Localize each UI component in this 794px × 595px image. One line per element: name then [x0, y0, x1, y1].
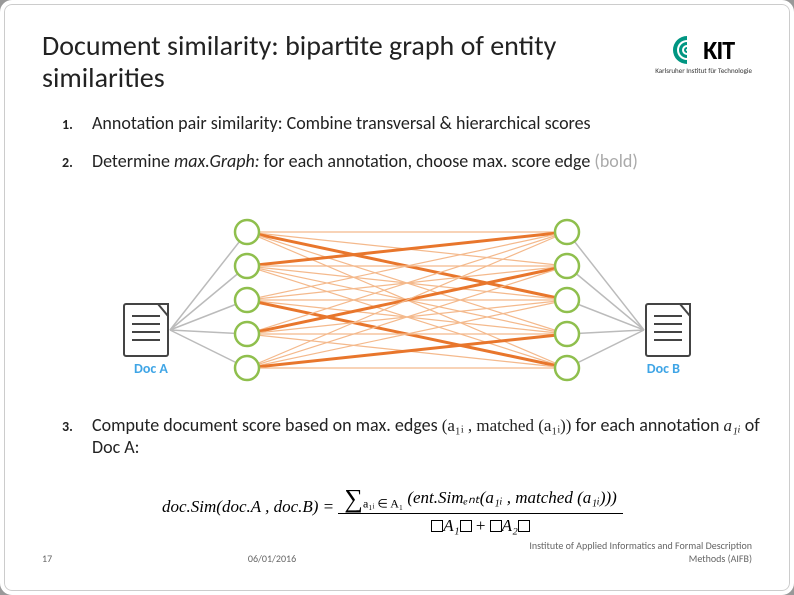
- sum-body: (ent.Simₑₙₜ(a₁ᵢ , matched (a₁ᵢ))): [407, 488, 617, 507]
- footer-date: 06/01/2016: [248, 552, 296, 565]
- doc-b-label: Doc B: [647, 360, 680, 377]
- kit-fan-icon: [673, 36, 701, 64]
- bullet-3-a: Compute document score based on max. edg…: [92, 414, 442, 436]
- bullet-3: 3. Compute document score based on max. …: [62, 414, 772, 458]
- bullet-2-b: for each annotation, choose max. score e…: [260, 150, 595, 172]
- slide-title: Document similarity: bipartite graph of …: [42, 30, 602, 94]
- doc-a-icon: [124, 304, 168, 356]
- kit-logo-text: KIT: [703, 34, 734, 66]
- slide-inner: Document similarity: bipartite graph of …: [12, 12, 782, 583]
- sum-sub: a₁ᵢ ∈ A₁: [363, 496, 403, 510]
- doc-b-icon: [646, 304, 690, 356]
- bullet-3-wrapper: 3. Compute document score based on max. …: [62, 414, 772, 458]
- bullet-2-em: max.Graph:: [174, 150, 260, 172]
- footer: 17 06/01/2016 Institute of Applied Infor…: [42, 539, 752, 565]
- formula-lhs: doc.Sim(doc.A , doc.B) =: [162, 497, 334, 516]
- formula-numerator: ∑a₁ᵢ ∈ A₁ (ent.Simₑₙₜ(a₁ᵢ , matched (a₁ᵢ…: [338, 480, 622, 514]
- bullet-2-muted: (bold): [594, 150, 637, 172]
- den-plus: +: [472, 516, 490, 535]
- bipartite-graph: Doc A Doc B: [72, 212, 742, 402]
- box-icon: [431, 520, 443, 532]
- bullet-2-a: Determine: [92, 150, 174, 172]
- box-icon: [460, 520, 472, 532]
- kit-logo-row: KIT: [673, 34, 734, 66]
- formula-pair-inline: (a₁ᵢ , matched (a₁ᵢ)): [442, 416, 572, 435]
- page-number: 17: [42, 552, 52, 565]
- formula-fraction: ∑a₁ᵢ ∈ A₁ (ent.Simₑₙₜ(a₁ᵢ , matched (a₁ᵢ…: [338, 480, 622, 536]
- den-a: A₁: [443, 516, 459, 535]
- bullet-list: Annotation pair similarity: Combine tran…: [62, 112, 772, 188]
- footer-institute: Institute of Applied Informatics and For…: [492, 539, 752, 565]
- kit-logo: KIT Karlsruher Institut für Technologie: [655, 34, 752, 75]
- box-icon: [518, 520, 530, 532]
- bullet-1-text: Annotation pair similarity: Combine tran…: [92, 112, 591, 134]
- bullet-3-marker: 3.: [62, 418, 73, 435]
- kit-logo-subtitle: Karlsruher Institut für Technologie: [655, 66, 752, 75]
- bullet-3-b: for each annotation: [571, 414, 723, 436]
- formula-denominator: A₁ + A₂: [431, 514, 530, 536]
- sum-icon: ∑: [344, 484, 363, 514]
- box-icon: [490, 520, 502, 532]
- formula-a1i-inline: a₁ᵢ: [724, 416, 741, 435]
- slide: Document similarity: bipartite graph of …: [0, 0, 794, 595]
- doc-a-label: Doc A: [134, 360, 168, 377]
- graph-svg: [72, 212, 742, 397]
- bullet-1: Annotation pair similarity: Combine tran…: [62, 112, 772, 134]
- bullet-2: Determine max.Graph: for each annotation…: [62, 150, 772, 172]
- den-b: A₂: [502, 516, 518, 535]
